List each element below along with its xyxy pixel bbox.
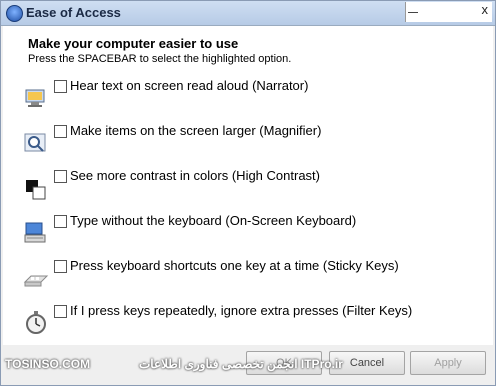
high-contrast-checkbox[interactable]: [54, 170, 67, 183]
magnifier-label: Make items on the screen larger (Magnifi…: [70, 123, 322, 138]
narrator-icon: [25, 89, 45, 107]
ease-of-access-dialog: Ease of Access x Make your computer easi…: [0, 0, 496, 386]
on-screen-keyboard-label: Type without the keyboard (On-Screen Key…: [70, 213, 357, 228]
narrator-checkbox[interactable]: [54, 80, 67, 93]
filter-keys-label: If I press keys repeatedly, ignore extra…: [70, 303, 413, 318]
option-magnifier[interactable]: Make items on the screen larger (Magnifi…: [23, 121, 483, 161]
option-filter-keys[interactable]: If I press keys repeatedly, ignore extra…: [23, 301, 483, 341]
high-contrast-label: See more contrast in colors (High Contra…: [70, 168, 320, 183]
magnifier-icon: [24, 133, 46, 152]
title-bar: Ease of Access x: [1, 1, 495, 26]
minimize-icon[interactable]: [408, 12, 418, 13]
stopwatch-icon: [26, 311, 46, 334]
sticky-keys-checkbox[interactable]: [54, 260, 67, 273]
option-narrator[interactable]: Hear text on screen read aloud (Narrator…: [23, 76, 483, 116]
dialog-instruction: Press the SPACEBAR to select the highlig…: [28, 53, 292, 65]
option-high-contrast[interactable]: See more contrast in colors (High Contra…: [23, 166, 483, 206]
sticky-keys-label: Press keyboard shortcuts one key at a ti…: [70, 258, 399, 273]
apply-button[interactable]: Apply: [410, 351, 486, 375]
magnifier-checkbox[interactable]: [54, 125, 67, 138]
filter-keys-checkbox[interactable]: [54, 305, 67, 318]
on-screen-keyboard-checkbox[interactable]: [54, 215, 67, 228]
sticky-keys-icon: [23, 275, 49, 287]
watermark-forum: انجمن تخصصی فناوری اطلاعات ITPro.ir: [139, 357, 343, 371]
narrator-label: Hear text on screen read aloud (Narrator…: [70, 78, 309, 93]
window-title: Ease of Access: [26, 5, 121, 20]
keyboard-icon: [24, 222, 46, 243]
dialog-heading: Make your computer easier to use: [28, 36, 239, 51]
dialog-content: Make your computer easier to use Press t…: [3, 26, 493, 383]
option-on-screen-keyboard[interactable]: Type without the keyboard (On-Screen Key…: [23, 211, 483, 251]
option-sticky-keys[interactable]: Press keyboard shortcuts one key at a ti…: [23, 256, 483, 296]
close-icon[interactable]: x: [482, 2, 489, 17]
high-contrast-icon: [26, 180, 46, 200]
ease-of-access-icon: [6, 5, 23, 22]
watermark-site: TOSINSO.COM: [5, 357, 91, 371]
title-bar-controls: x: [405, 2, 492, 22]
